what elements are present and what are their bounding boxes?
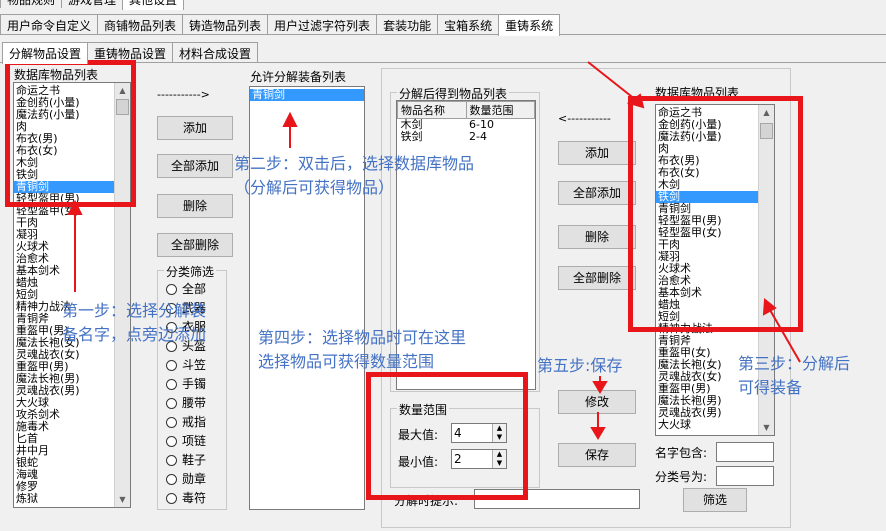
note-step1-line2: 备名字，点旁边添加 xyxy=(62,325,207,344)
tab-other-settings[interactable]: 其他设置 xyxy=(122,0,185,10)
note-step4-line1: 第四步：选择物品时可在这里 xyxy=(258,328,467,347)
note-step1-line1: 第一步：选择分解装 xyxy=(62,301,207,320)
note-step2-line2: （分解后可获得物品） xyxy=(234,178,395,197)
tab-decompose-settings[interactable]: 分解物品设置 xyxy=(2,42,89,64)
note-step5: 第五步:保存 xyxy=(537,356,623,375)
note-step3-line2: 可得装备 xyxy=(738,378,803,397)
annotation-arrows xyxy=(67,61,801,440)
note-step2-line1: 第二步：双击后，选择数据库物品 xyxy=(234,154,475,173)
note-step3-line1: 第三步：分解后 xyxy=(738,354,851,373)
tab-recast-system[interactable]: 重铸系统 xyxy=(498,14,561,36)
note-step4-line2: 选择物品可获得数量范围 xyxy=(258,352,435,371)
